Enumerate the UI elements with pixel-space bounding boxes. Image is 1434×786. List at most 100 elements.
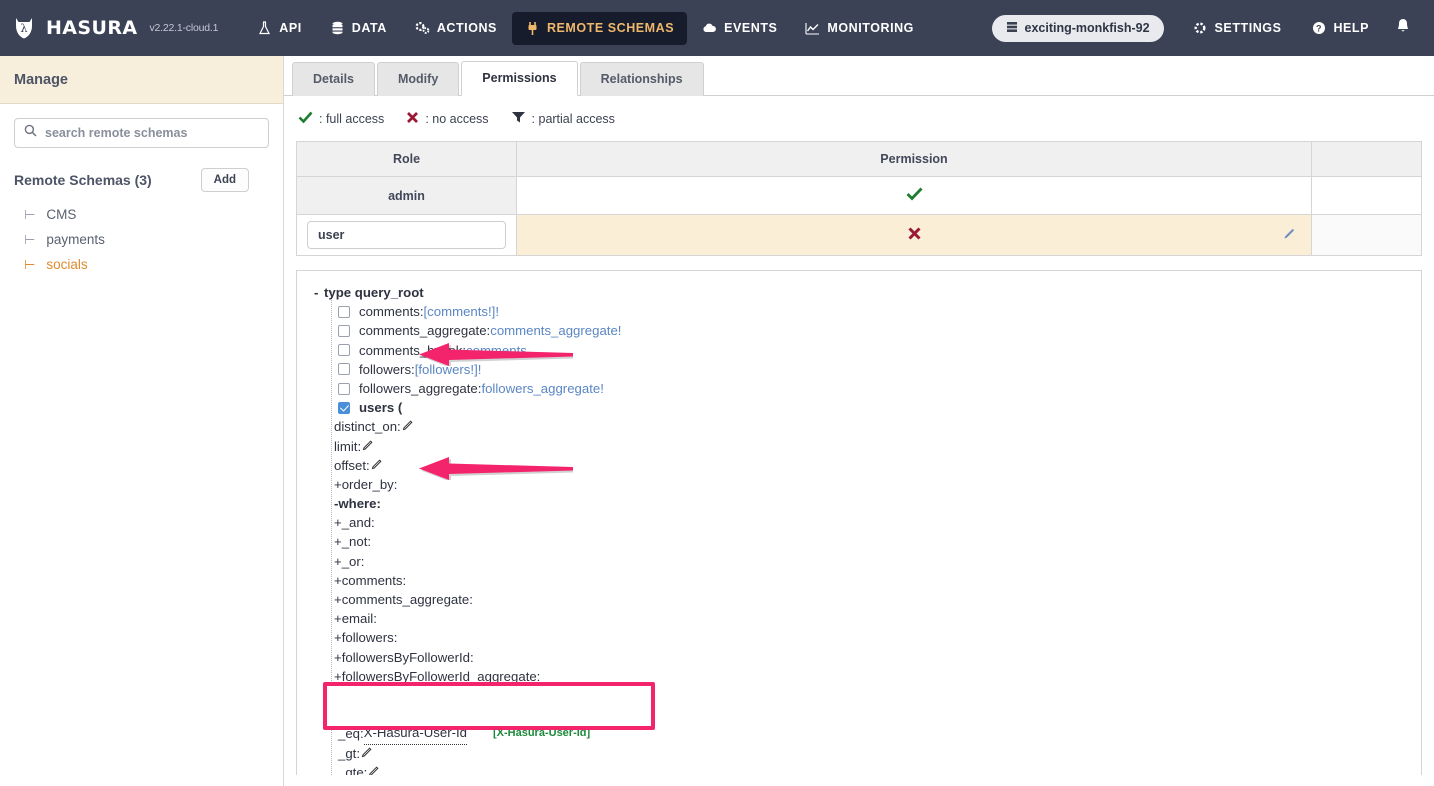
branch-label: +followers: <box>334 628 397 647</box>
chart-icon <box>805 21 820 36</box>
branch-label: +_not: <box>334 532 371 551</box>
tree-branch-where[interactable]: -where: <box>297 494 1421 513</box>
branch-label: +order_by: <box>334 475 397 494</box>
nav-label: DATA <box>352 21 387 35</box>
cross-icon <box>406 111 419 127</box>
sidebar-body: Remote Schemas (3) Add ⊢ CMS ⊢ payments … <box>0 104 283 291</box>
tree-branch-email[interactable]: +email: <box>297 609 1421 628</box>
notifications-button[interactable] <box>1386 12 1420 45</box>
nav-item-remote-schemas[interactable]: REMOTE SCHEMAS <box>512 12 687 45</box>
tab-permissions[interactable]: Permissions <box>461 61 577 96</box>
tree-field-followers-aggregate: followers_aggregate: followers_aggregate… <box>297 379 1421 398</box>
header-role: Role <box>297 142 517 177</box>
page-body: Manage Remote Schemas (3) Add ⊢ CMS ⊢ <box>0 56 1434 786</box>
tree-branch-comments[interactable]: +comments: <box>297 571 1421 590</box>
nav-item-events[interactable]: EVENTS <box>689 12 790 45</box>
nav-item-help[interactable]: ? HELP <box>1298 12 1382 45</box>
permission-user-cell[interactable] <box>517 215 1312 256</box>
nav-label: MONITORING <box>827 21 914 35</box>
search-remote-schemas-box[interactable] <box>14 118 269 148</box>
tree-field-comments: comments: [comments!]! <box>297 302 1421 321</box>
sidebar-title: Manage <box>14 72 68 88</box>
edit-pencil-icon[interactable] <box>371 456 383 475</box>
tree-branch-followers[interactable]: +followers: <box>297 628 1421 647</box>
table-header-row: Role Permission <box>297 142 1422 177</box>
add-remote-schema-button[interactable]: Add <box>201 168 249 192</box>
role-admin: admin <box>297 177 517 215</box>
nav-item-api[interactable]: API <box>244 12 315 45</box>
tab-relationships[interactable]: Relationships <box>580 62 704 96</box>
gears-icon <box>415 21 430 36</box>
row-tail-cell <box>1312 215 1422 256</box>
collapse-toggle-icon[interactable]: - <box>314 283 324 302</box>
remote-schema-list: ⊢ CMS ⊢ payments ⊢ socials <box>14 202 269 277</box>
funnel-icon <box>511 110 526 127</box>
tab-details[interactable]: Details <box>292 62 375 96</box>
tree-root-query-root[interactable]: - type query_root <box>297 283 1421 302</box>
field-checkbox-users[interactable] <box>338 402 350 414</box>
search-input[interactable] <box>45 126 259 140</box>
nav-items: API DATA ACTIONS REMOTE SCHEMAS EVENTS <box>244 12 927 45</box>
field-type: followers_aggregate! <box>481 379 603 398</box>
nav-item-data[interactable]: DATA <box>317 12 400 45</box>
tree-branch-and[interactable]: +_and: <box>297 513 1421 532</box>
tree-branch-not[interactable]: +_not: <box>297 532 1421 551</box>
tab-modify[interactable]: Modify <box>377 62 459 96</box>
schema-name: payments <box>46 232 105 247</box>
legend-text: : partial access <box>532 112 615 126</box>
field-name: comments_aggregate: <box>359 321 490 340</box>
edit-pencil-icon[interactable] <box>368 763 380 775</box>
brand-name: HASURA <box>46 17 137 39</box>
nav-item-settings[interactable]: SETTINGS <box>1180 12 1295 45</box>
field-checkbox[interactable] <box>338 363 350 375</box>
plug-icon <box>525 21 540 36</box>
nav-right-group: exciting-monkfish-92 SETTINGS ? HELP <box>992 12 1420 45</box>
arg-label: limit: <box>334 437 361 456</box>
edit-pencil-icon[interactable] <box>361 744 373 763</box>
nav-item-monitoring[interactable]: MONITORING <box>792 12 927 45</box>
svg-text:?: ? <box>1316 24 1322 34</box>
legend-full-access: : full access <box>298 111 384 127</box>
field-name: followers_aggregate: <box>359 379 481 398</box>
edit-pencil-icon[interactable] <box>402 417 414 436</box>
edit-pencil-icon[interactable] <box>362 437 374 456</box>
gear-icon <box>1193 21 1208 36</box>
legend-partial-access: : partial access <box>511 110 615 127</box>
field-name: followers: <box>359 360 415 379</box>
schema-tree-panel: - type query_root comments: [comments!]!… <box>296 270 1422 775</box>
sidebar-item-cms[interactable]: ⊢ CMS <box>14 202 269 227</box>
server-stack-icon <box>1006 21 1018 36</box>
field-type: [comments!]! <box>424 302 499 321</box>
sidebar-item-socials[interactable]: ⊢ socials <box>14 252 269 277</box>
bell-icon <box>1396 18 1410 39</box>
field-checkbox[interactable] <box>338 344 350 356</box>
legend-text: : no access <box>425 112 488 126</box>
field-name: comments_by_pk: <box>359 341 466 360</box>
remote-schemas-count-label: Remote Schemas (3) <box>14 172 152 188</box>
field-type: comments_aggregate! <box>490 321 621 340</box>
branch-label: +comments_aggregate: <box>334 590 473 609</box>
legend-no-access: : no access <box>406 111 488 127</box>
field-checkbox[interactable] <box>338 325 350 337</box>
table-row: admin <box>297 177 1422 215</box>
role-name-input[interactable] <box>307 221 506 249</box>
project-selector[interactable]: exciting-monkfish-92 <box>992 15 1164 42</box>
edit-permission-pencil-icon[interactable] <box>1282 226 1297 244</box>
hasura-brand[interactable]: λ HASURA v2.22.1-cloud.1 <box>10 14 218 42</box>
tree-arg-limit: limit: <box>297 437 1421 456</box>
tree-arg-offset: offset: <box>297 456 1421 475</box>
field-checkbox[interactable] <box>338 383 350 395</box>
cloud-icon <box>702 21 717 36</box>
access-legend: : full access : no access : partial acce… <box>284 96 1434 137</box>
tree-branch-order-by[interactable]: +order_by: <box>297 475 1421 494</box>
permission-admin-cell[interactable] <box>517 177 1312 215</box>
tree-branch-or[interactable]: +_or: <box>297 552 1421 571</box>
nav-item-actions[interactable]: ACTIONS <box>402 12 510 45</box>
tree-branch-comments-aggregate[interactable]: +comments_aggregate: <box>297 590 1421 609</box>
sidebar-item-payments[interactable]: ⊢ payments <box>14 227 269 252</box>
header-permission: Permission <box>517 142 1312 177</box>
cross-icon <box>907 230 922 244</box>
tree-branch-followers-by-follower-id[interactable]: +followersByFollowerId: <box>297 648 1421 667</box>
question-circle-icon: ? <box>1311 21 1326 36</box>
field-checkbox[interactable] <box>338 306 350 318</box>
